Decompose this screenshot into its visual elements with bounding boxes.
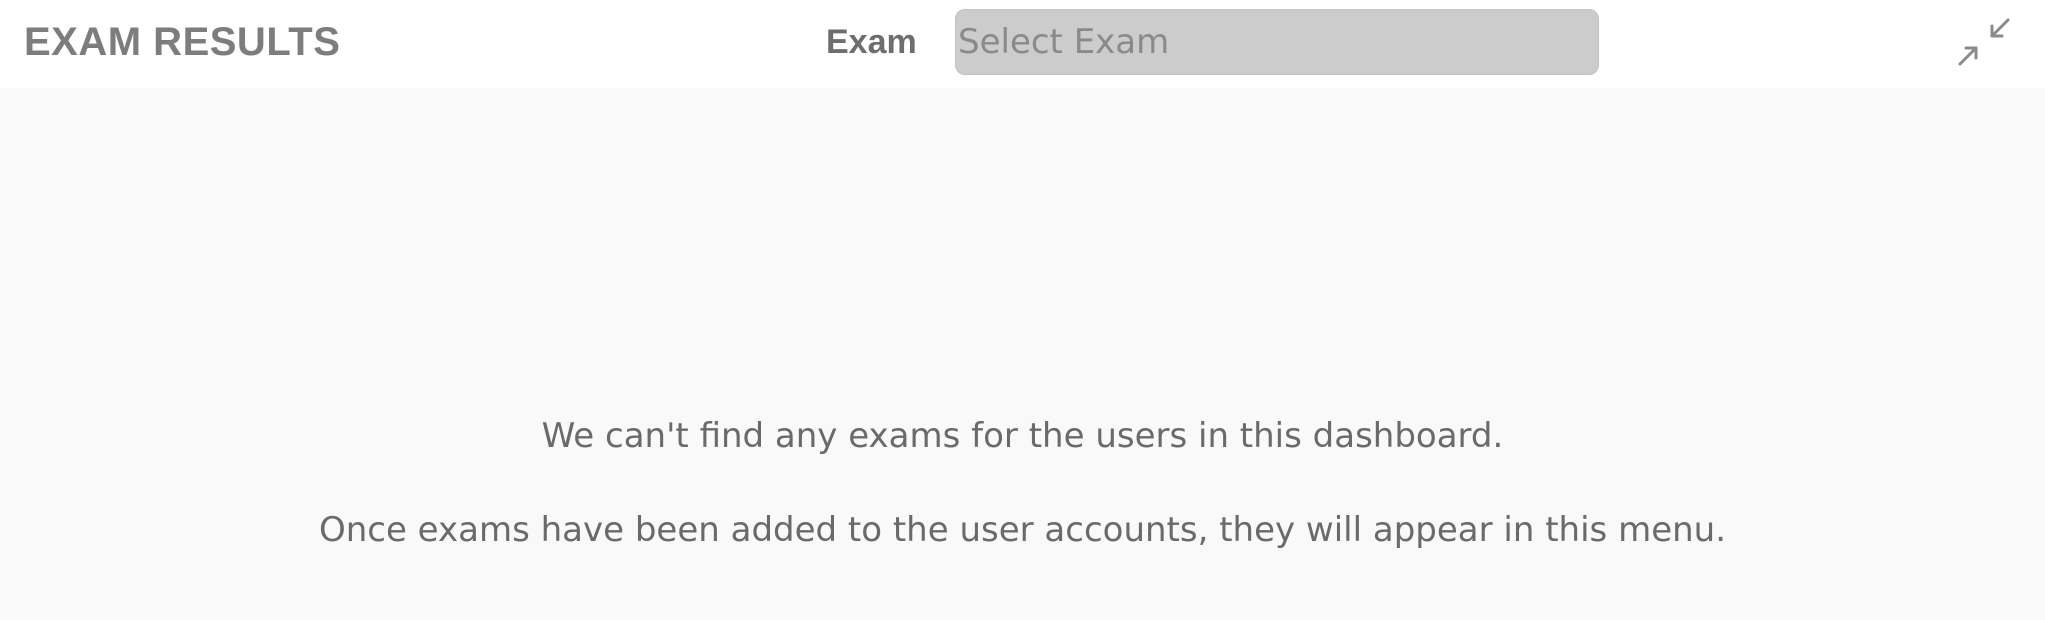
widget-title: EXAM RESULTS	[24, 20, 341, 64]
empty-state-message: We can't find any exams for the users in…	[541, 416, 1504, 456]
collapse-arrows-icon	[1958, 18, 2010, 66]
exam-select[interactable]: Select Exam	[955, 9, 1599, 75]
collapse-button[interactable]	[1956, 16, 2012, 68]
exam-label: Exam	[826, 23, 917, 61]
empty-state-hint: Once exams have been added to the user a…	[318, 510, 1727, 550]
empty-state-panel: We can't find any exams for the users in…	[0, 88, 2045, 620]
widget-header: EXAM RESULTS Exam Select Exam	[0, 0, 2045, 88]
